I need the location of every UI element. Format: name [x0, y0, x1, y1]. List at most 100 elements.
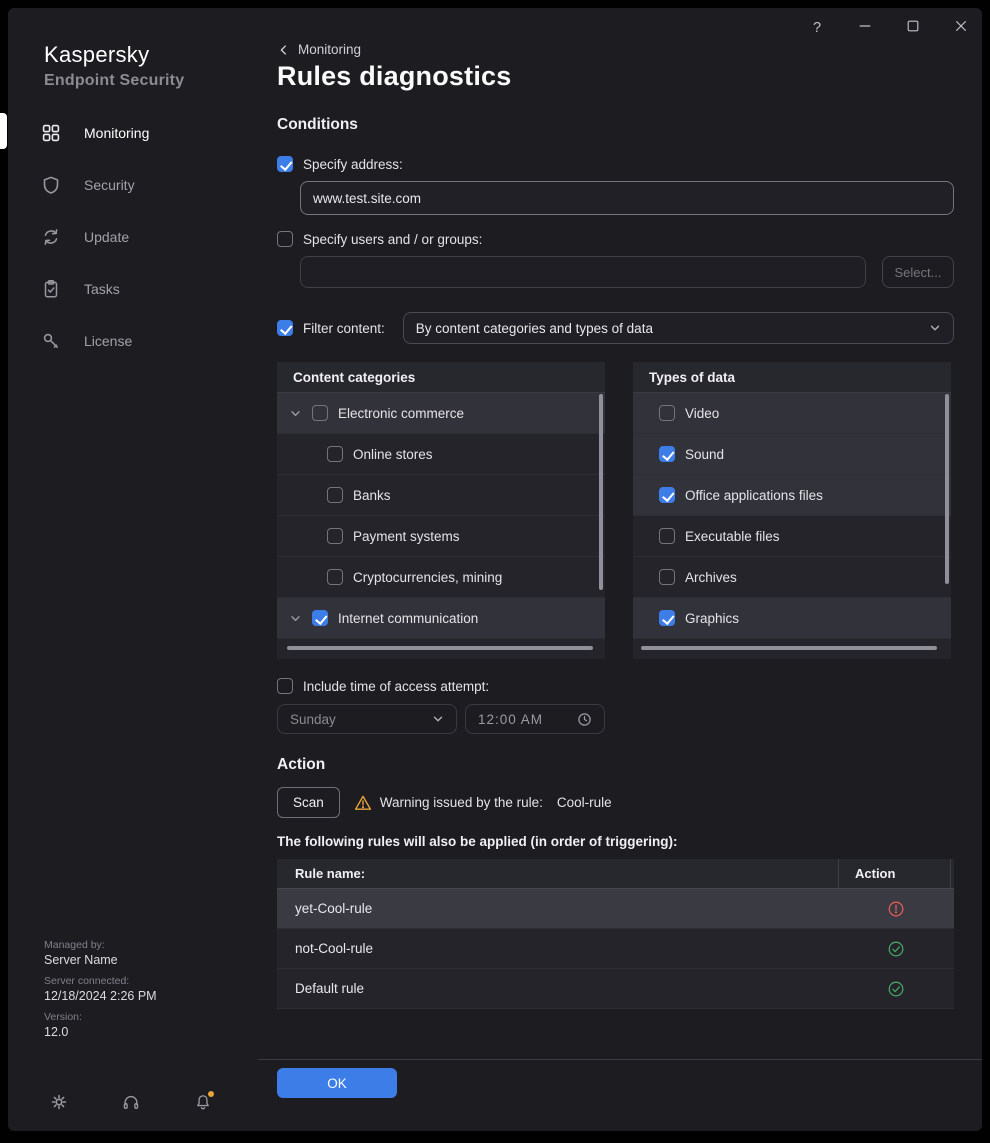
- checkbox[interactable]: [659, 569, 675, 585]
- list-item[interactable]: Internet communication: [277, 598, 605, 639]
- filter-content-dropdown[interactable]: By content categories and types of data: [403, 312, 954, 344]
- list-item[interactable]: Online stores: [277, 434, 605, 475]
- help-button[interactable]: ?: [809, 20, 825, 36]
- chevron-down-icon: [432, 713, 444, 725]
- breadcrumb[interactable]: Monitoring: [277, 42, 361, 57]
- horizontal-scrollbar[interactable]: [641, 646, 937, 650]
- day-dropdown[interactable]: Sunday: [277, 704, 457, 734]
- specify-address-label[interactable]: Specify address:: [303, 157, 403, 172]
- sidebar-item-monitoring[interactable]: Monitoring: [8, 107, 258, 159]
- scan-button[interactable]: Scan: [277, 787, 340, 818]
- filter-content-selected: By content categories and types of data: [416, 321, 653, 336]
- include-time-label[interactable]: Include time of access attempt:: [303, 679, 489, 694]
- list-item-label: Office applications files: [685, 488, 823, 503]
- content-categories-panel: Content categories Electronic commerce O…: [277, 362, 605, 659]
- column-header-action[interactable]: Action: [838, 859, 950, 888]
- table-row[interactable]: Default rule: [277, 969, 954, 1009]
- minimize-button[interactable]: [857, 20, 873, 36]
- close-button[interactable]: [953, 20, 969, 36]
- managed-by-label: Managed by:: [44, 939, 157, 951]
- include-time-checkbox[interactable]: [277, 678, 293, 694]
- checkbox[interactable]: [659, 446, 675, 462]
- types-of-data-panel: Types of data Video Sound Office applica…: [633, 362, 951, 659]
- headphones-icon[interactable]: [122, 1093, 140, 1111]
- checkbox[interactable]: [312, 610, 328, 626]
- list-item[interactable]: Cryptocurrencies, mining: [277, 557, 605, 598]
- types-of-data-title: Types of data: [633, 362, 951, 393]
- sidebar-item-update[interactable]: Update: [8, 211, 258, 263]
- vertical-scrollbar[interactable]: [945, 394, 949, 584]
- list-item[interactable]: Video: [633, 393, 951, 434]
- titlebar-controls: ?: [809, 20, 969, 36]
- brand: Kaspersky Endpoint Security: [8, 42, 258, 90]
- specify-users-label[interactable]: Specify users and / or groups:: [303, 232, 482, 247]
- users-input[interactable]: [300, 256, 866, 288]
- sidebar-footer-icons: [50, 1093, 212, 1111]
- list-item[interactable]: Graphics: [633, 598, 951, 639]
- checkbox[interactable]: [327, 446, 343, 462]
- column-header-rule-name[interactable]: Rule name:: [277, 859, 838, 888]
- day-selected: Sunday: [290, 712, 336, 727]
- checkbox[interactable]: [327, 569, 343, 585]
- specify-address-row: Specify address:: [277, 156, 954, 172]
- vertical-scrollbar[interactable]: [599, 394, 603, 590]
- time-input[interactable]: 12:00 AM: [465, 704, 605, 734]
- horizontal-scrollbar[interactable]: [287, 646, 593, 650]
- conditions-heading: Conditions: [277, 116, 954, 134]
- filter-content-label[interactable]: Filter content:: [303, 321, 385, 336]
- sidebar-item-label: Tasks: [84, 281, 120, 297]
- filter-content-checkbox[interactable]: [277, 320, 293, 336]
- minimize-icon: [858, 19, 872, 37]
- chevron-down-icon[interactable]: [289, 407, 302, 420]
- rule-name: yet-Cool-rule: [277, 901, 838, 916]
- maximize-button[interactable]: [905, 20, 921, 36]
- list-item-label: Cryptocurrencies, mining: [353, 570, 502, 585]
- users-input-row: Select...: [300, 256, 954, 288]
- list-item[interactable]: Executable files: [633, 516, 951, 557]
- checkbox[interactable]: [659, 610, 675, 626]
- address-input[interactable]: [300, 181, 954, 215]
- notification-dot: [208, 1091, 214, 1097]
- rules-table: Rule name: Action yet-Cool-rule not-Cool…: [277, 859, 954, 1009]
- filter-content-row: Filter content: By content categories an…: [277, 312, 954, 344]
- rules-note: The following rules will also be applied…: [277, 834, 954, 849]
- warning-rule-name: Cool-rule: [557, 795, 612, 810]
- checkbox[interactable]: [327, 528, 343, 544]
- checkbox[interactable]: [659, 487, 675, 503]
- chevron-down-icon[interactable]: [289, 612, 302, 625]
- action-heading: Action: [277, 756, 954, 774]
- gear-icon[interactable]: [50, 1093, 68, 1111]
- select-users-button[interactable]: Select...: [882, 256, 954, 288]
- bell-icon[interactable]: [194, 1093, 212, 1111]
- ok-button[interactable]: OK: [277, 1068, 397, 1098]
- rule-name: Default rule: [277, 981, 838, 996]
- sidebar-item-label: Security: [84, 177, 135, 193]
- specify-address-checkbox[interactable]: [277, 156, 293, 172]
- table-row[interactable]: yet-Cool-rule: [277, 889, 954, 929]
- checkbox[interactable]: [312, 405, 328, 421]
- sidebar-item-license[interactable]: License: [8, 315, 258, 367]
- list-item[interactable]: Office applications files: [633, 475, 951, 516]
- list-item[interactable]: Banks: [277, 475, 605, 516]
- list-item[interactable]: Sound: [633, 434, 951, 475]
- list-item[interactable]: Archives: [633, 557, 951, 598]
- checkbox[interactable]: [659, 405, 675, 421]
- managed-by-value: Server Name: [44, 953, 157, 967]
- table-row[interactable]: not-Cool-rule: [277, 929, 954, 969]
- checkbox[interactable]: [659, 528, 675, 544]
- list-item-label: Executable files: [685, 529, 780, 544]
- specify-users-checkbox[interactable]: [277, 231, 293, 247]
- sidebar-item-tasks[interactable]: Tasks: [8, 263, 258, 315]
- list-item-label: Internet communication: [338, 611, 478, 626]
- version-label: Version:: [44, 1011, 157, 1023]
- sidebar-item-label: Monitoring: [84, 125, 149, 141]
- sidebar-item-security[interactable]: Security: [8, 159, 258, 211]
- brand-subtitle: Endpoint Security: [44, 72, 258, 90]
- list-item[interactable]: Payment systems: [277, 516, 605, 557]
- check-circle-icon: [887, 980, 905, 998]
- list-item-label: Banks: [353, 488, 391, 503]
- list-item[interactable]: Electronic commerce: [277, 393, 605, 434]
- chevron-down-icon: [929, 322, 941, 334]
- checkbox[interactable]: [327, 487, 343, 503]
- time-controls: Sunday 12:00 AM: [277, 704, 954, 734]
